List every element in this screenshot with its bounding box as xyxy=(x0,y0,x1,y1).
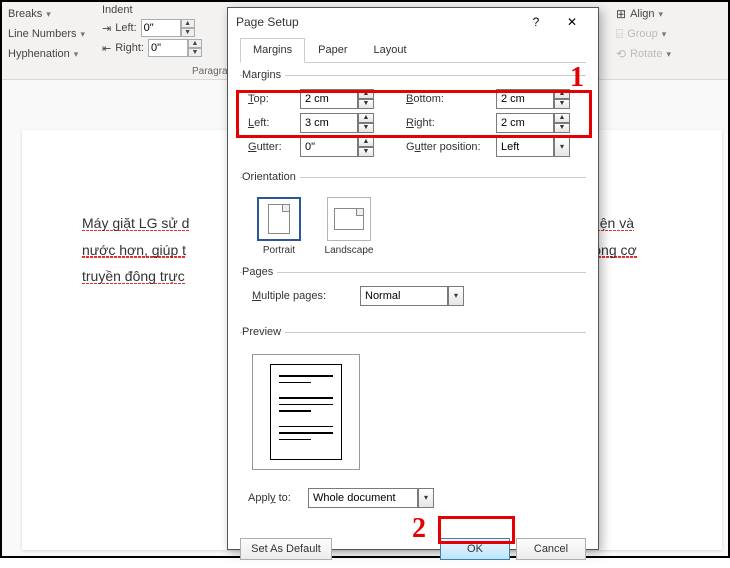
spinner-down-icon[interactable]: ▼ xyxy=(358,99,374,109)
orientation-portrait[interactable]: Portrait xyxy=(252,197,306,256)
label: Align xyxy=(630,8,654,20)
chevron-down-icon[interactable]: ▾ xyxy=(418,488,434,508)
spinner-up-icon[interactable]: ▲ xyxy=(358,137,374,147)
multiple-pages-select[interactable]: ▾ xyxy=(360,286,464,306)
spinner-up-icon[interactable]: ▲ xyxy=(554,113,570,123)
doc-text: nước hơn, giúp t xyxy=(82,242,186,258)
label: Portrait xyxy=(252,245,306,256)
spinner-up-icon[interactable]: ▲ xyxy=(358,113,374,123)
chevron-down-icon: ▾ xyxy=(659,9,664,20)
spinner-down-icon[interactable]: ▼ xyxy=(181,28,195,37)
indent-label: Indent xyxy=(102,4,202,16)
hyphenation-menu[interactable]: Hyphenation ▾ xyxy=(4,44,89,64)
page-setup-dialog: Page Setup ? ✕ Margins Paper Layout Marg… xyxy=(227,7,599,550)
chevron-down-icon: ▾ xyxy=(662,29,667,40)
pages-group: Pages Multiple pages: ▾ xyxy=(240,266,586,312)
indent-right-label: Right: xyxy=(115,42,144,54)
spinner-down-icon[interactable]: ▼ xyxy=(188,48,202,57)
dialog-title: Page Setup xyxy=(236,15,518,29)
preview-group: Preview Apply to: ▾ xyxy=(240,326,586,514)
breaks-menu[interactable]: Breaks ▾ xyxy=(4,4,89,24)
spinner-down-icon[interactable]: ▼ xyxy=(554,99,570,109)
line-numbers-menu[interactable]: Line Numbers ▾ xyxy=(4,24,89,44)
indent-left-label: Left: xyxy=(115,22,136,34)
close-button[interactable]: ✕ xyxy=(554,9,590,35)
tab-margins[interactable]: Margins xyxy=(240,38,305,63)
doc-text: truyền đông trực xyxy=(82,268,185,284)
indent-left-input[interactable]: ▲▼ xyxy=(141,19,195,37)
rotate-menu[interactable]: ⟲Rotate▾ xyxy=(612,44,675,64)
chevron-down-icon[interactable]: ▾ xyxy=(554,137,570,157)
margins-group: Margins Top: ▲▼ Bottom: ▲▼ Left: ▲▼ xyxy=(240,69,586,163)
set-default-button[interactable]: Set As Default xyxy=(240,538,332,560)
tab-paper[interactable]: Paper xyxy=(305,38,360,62)
cancel-button[interactable]: Cancel xyxy=(516,538,586,560)
margin-left-input[interactable]: ▲▼ xyxy=(300,113,374,133)
chevron-down-icon[interactable]: ▾ xyxy=(448,286,464,306)
dialog-footer: Set As Default OK Cancel xyxy=(228,530,598,568)
label: Landscape xyxy=(322,245,376,256)
dialog-titlebar[interactable]: Page Setup ? ✕ xyxy=(228,8,598,36)
help-button[interactable]: ? xyxy=(518,9,554,35)
gutter-input[interactable]: ▲▼ xyxy=(300,137,374,157)
spinner-down-icon[interactable]: ▼ xyxy=(554,123,570,133)
spinner-up-icon[interactable]: ▲ xyxy=(181,19,195,28)
label: Hyphenation xyxy=(8,48,70,60)
chevron-down-icon: ▾ xyxy=(666,49,671,60)
label: Rotate xyxy=(630,48,662,60)
group-label: Orientation xyxy=(242,171,300,183)
spinner-up-icon[interactable]: ▲ xyxy=(358,89,374,99)
paragraph-group-label: Paragra xyxy=(192,66,228,77)
group-label: Pages xyxy=(242,266,277,278)
doc-text: Máy giặt LG sử d xyxy=(82,215,189,231)
ribbon-group-label xyxy=(4,66,7,77)
margin-bottom-input[interactable]: ▲▼ xyxy=(496,89,570,109)
chevron-down-icon: ▾ xyxy=(74,49,79,60)
spinner-up-icon[interactable]: ▲ xyxy=(188,39,202,48)
align-menu[interactable]: ⊞Align▾ xyxy=(612,4,675,24)
chevron-down-icon: ▾ xyxy=(46,9,51,20)
label: Group xyxy=(627,28,658,40)
label: Breaks xyxy=(8,8,42,20)
spinner-up-icon[interactable]: ▲ xyxy=(554,89,570,99)
apply-to-select[interactable]: ▾ xyxy=(308,488,434,508)
preview-thumbnail xyxy=(252,354,360,470)
margin-right-input[interactable]: ▲▼ xyxy=(496,113,570,133)
spinner-down-icon[interactable]: ▼ xyxy=(358,147,374,157)
dialog-tabs: Margins Paper Layout xyxy=(240,38,586,63)
margin-top-input[interactable]: ▲▼ xyxy=(300,89,374,109)
tab-layout[interactable]: Layout xyxy=(360,38,419,62)
group-label: Preview xyxy=(242,326,285,338)
orientation-landscape[interactable]: Landscape xyxy=(322,197,376,256)
label: Line Numbers xyxy=(8,28,76,40)
ok-button[interactable]: OK xyxy=(440,538,510,560)
gutter-position-select[interactable]: ▾ xyxy=(496,137,570,157)
group-menu[interactable]: ⌸Group▾ xyxy=(612,24,675,44)
indent-right-input[interactable]: ▲▼ xyxy=(148,39,202,57)
orientation-group: Orientation Portrait Landscape xyxy=(240,171,586,258)
chevron-down-icon: ▾ xyxy=(80,29,85,40)
group-label: Margins xyxy=(242,69,285,81)
spinner-down-icon[interactable]: ▼ xyxy=(358,123,374,133)
